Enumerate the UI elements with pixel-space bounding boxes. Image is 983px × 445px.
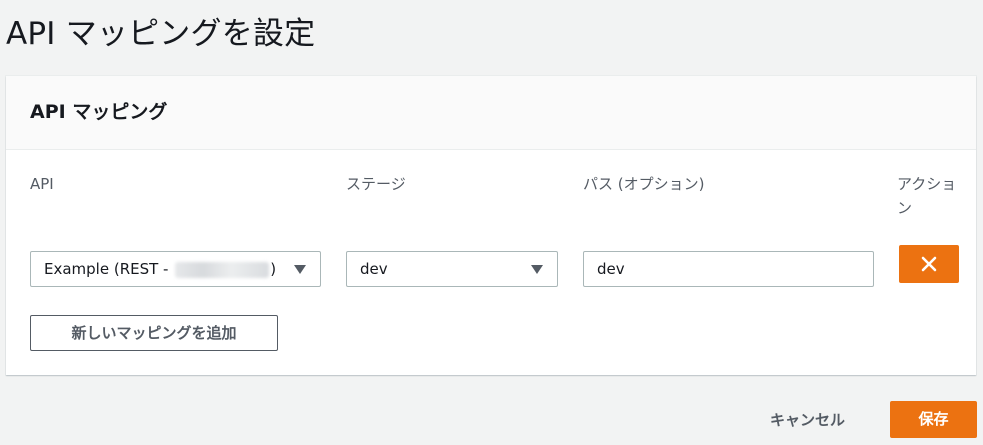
- api-select[interactable]: Example (REST - ): [30, 251, 321, 287]
- caret-down-icon: [294, 265, 306, 274]
- panel-header: API マッピング: [6, 76, 976, 150]
- add-mapping-button[interactable]: 新しいマッピングを追加: [30, 315, 278, 351]
- stage-select-value: dev: [360, 260, 388, 278]
- close-icon: [921, 256, 937, 272]
- panel-title: API マッピング: [30, 101, 168, 123]
- save-button[interactable]: 保存: [890, 401, 977, 438]
- action-column-label: アクション: [897, 175, 957, 217]
- path-column-label: パス (オプション): [583, 175, 705, 193]
- caret-down-icon: [531, 265, 543, 274]
- stage-column-label: ステージ: [346, 175, 406, 193]
- api-select-text: Example (REST -: [44, 260, 174, 278]
- cancel-button[interactable]: キャンセル: [770, 402, 845, 438]
- stage-select[interactable]: dev: [346, 251, 558, 287]
- redacted-api-id: [175, 261, 270, 278]
- api-select-text-suffix: ): [270, 260, 277, 278]
- remove-mapping-button[interactable]: [899, 245, 959, 283]
- api-mappings-panel: API マッピング API ステージ パス (オプション) アクション Exam…: [6, 76, 976, 375]
- api-column-label: API: [30, 175, 54, 193]
- page-title: API マッピングを設定: [6, 16, 316, 52]
- path-input[interactable]: [583, 251, 874, 287]
- api-select-value: Example (REST - ): [44, 260, 276, 278]
